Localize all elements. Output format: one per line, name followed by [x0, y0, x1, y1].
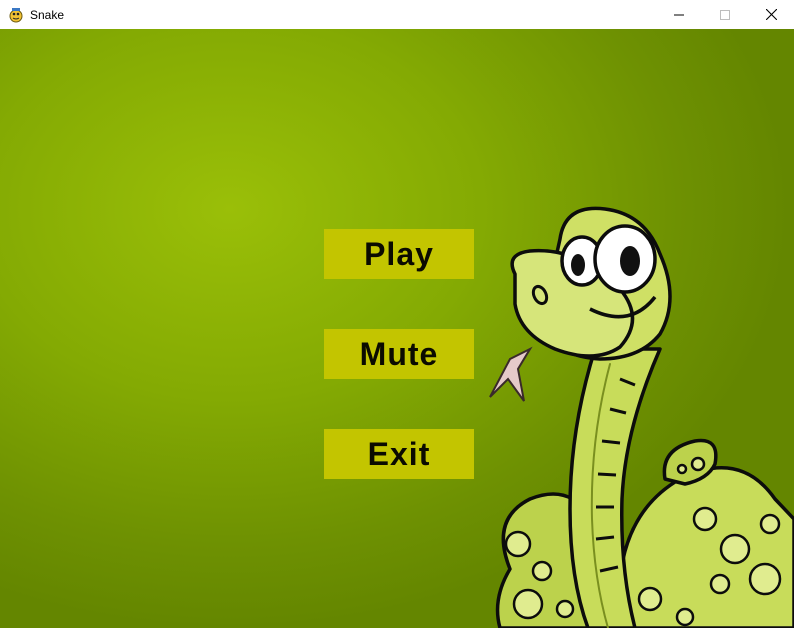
- close-button[interactable]: [748, 0, 794, 29]
- maximize-icon: [720, 9, 730, 20]
- minimize-button[interactable]: [656, 0, 702, 29]
- maximize-button[interactable]: [702, 0, 748, 29]
- play-button-label: Play: [364, 235, 434, 272]
- window-controls: [656, 0, 794, 29]
- close-icon: [765, 9, 777, 20]
- game-canvas[interactable]: Play Mute Exit: [0, 29, 794, 628]
- snake-mascot-illustration: [489, 206, 794, 628]
- exit-button-label: Exit: [367, 435, 431, 472]
- minimize-icon: [674, 14, 684, 15]
- app-icon: [9, 7, 23, 22]
- game-window: Snake Play Mute Exit: [0, 0, 794, 628]
- mute-button[interactable]: Mute: [324, 329, 474, 379]
- window-title: Snake: [30, 7, 65, 22]
- play-button[interactable]: Play: [324, 229, 474, 279]
- mute-button-label: Mute: [359, 335, 439, 372]
- title-bar[interactable]: Snake: [0, 0, 794, 29]
- exit-button[interactable]: Exit: [324, 429, 474, 479]
